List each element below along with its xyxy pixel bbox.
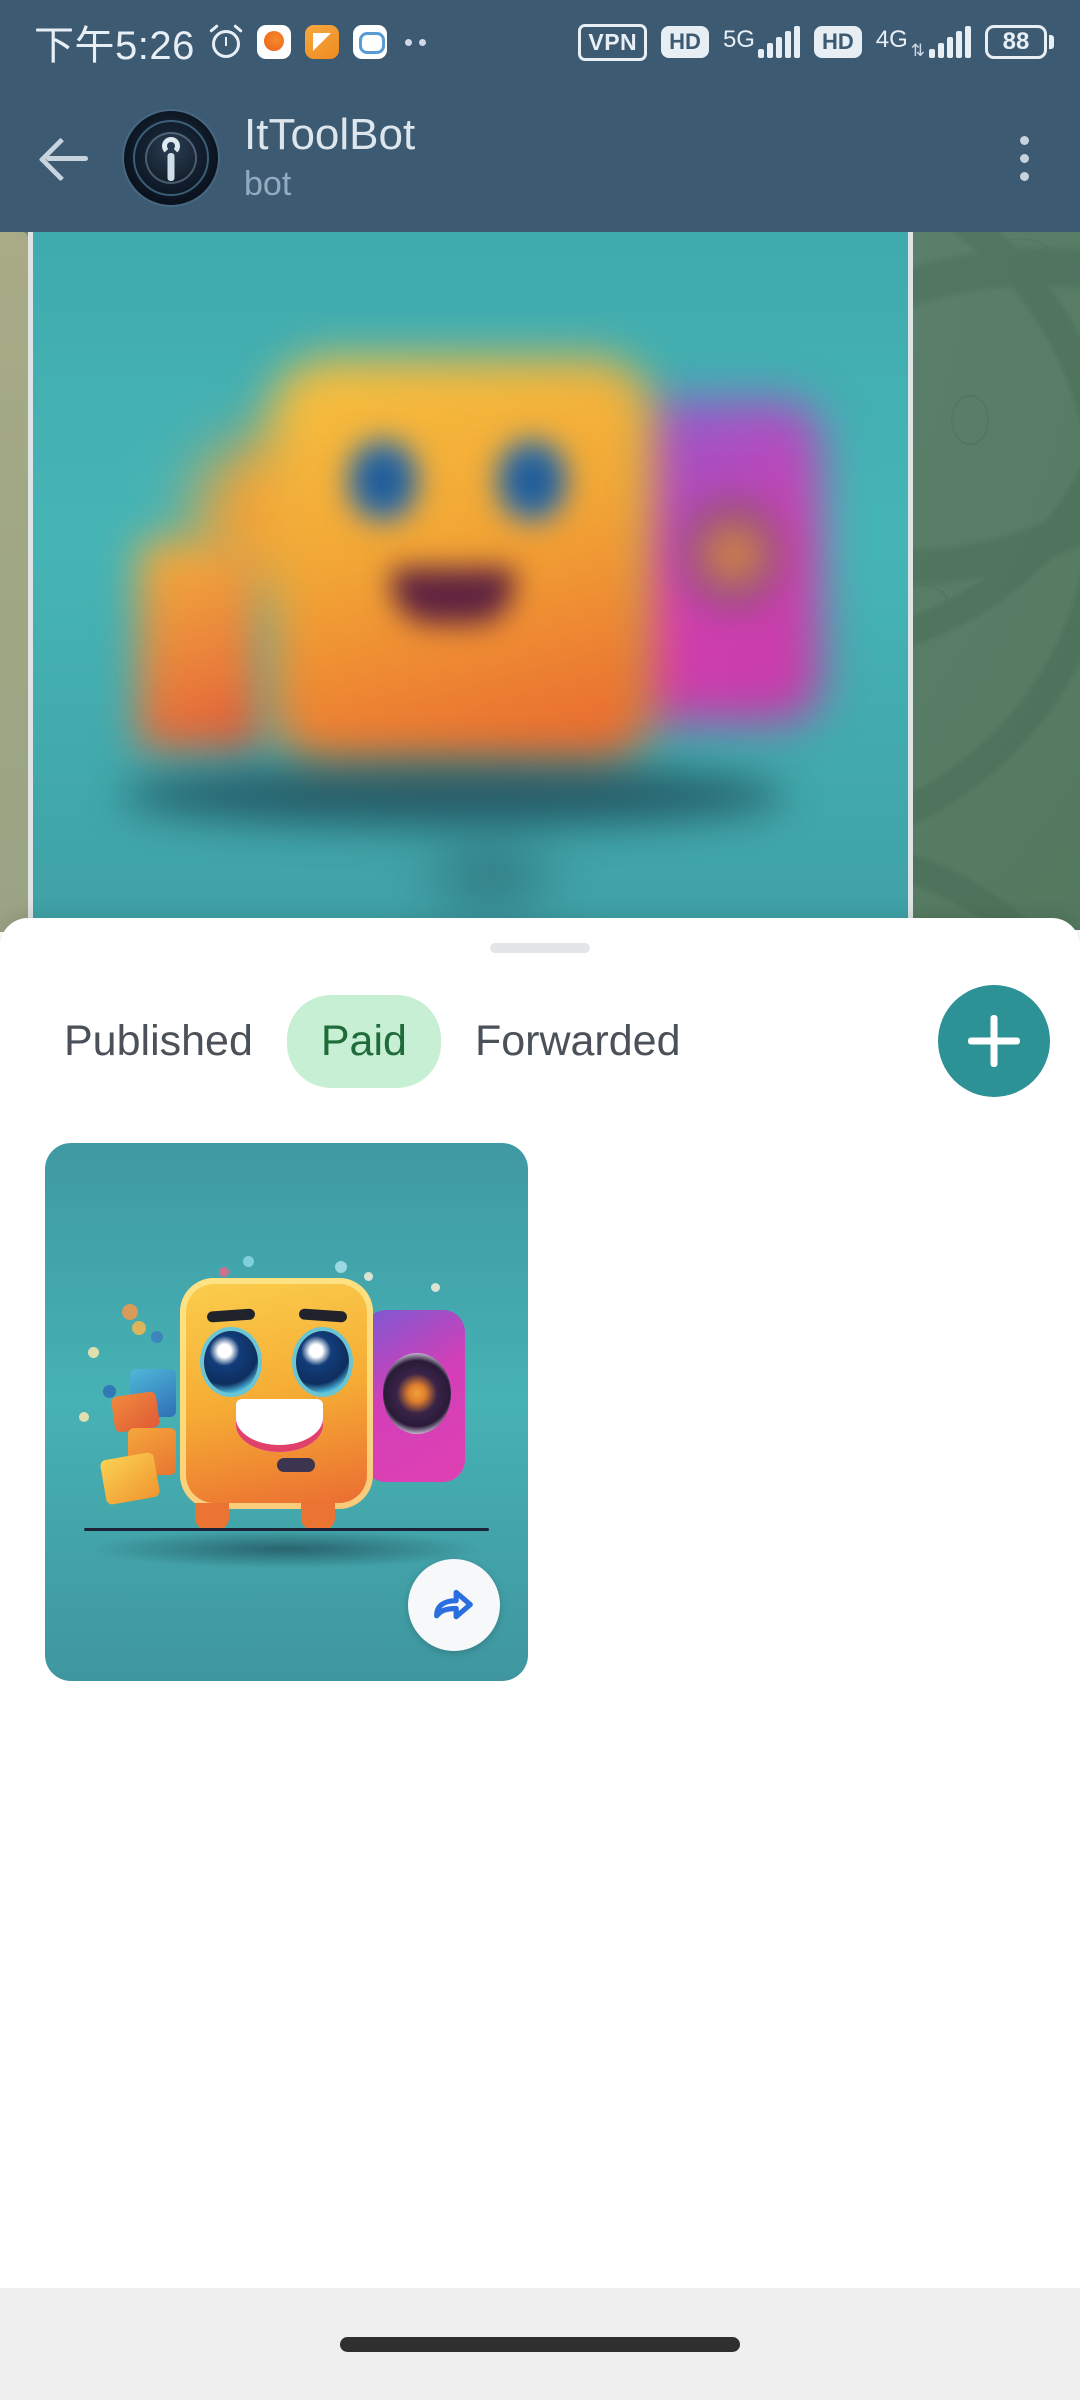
tab-paid[interactable]: Paid (286, 994, 441, 1088)
media-grid (0, 1097, 1080, 1681)
preview-right-eye (496, 435, 567, 526)
home-gesture-pill[interactable] (340, 2336, 740, 2352)
add-button[interactable] (938, 985, 1050, 1097)
ground-shadow (93, 1530, 480, 1569)
back-arrow-icon[interactable] (34, 125, 100, 191)
signal-sim1: 5G (723, 26, 800, 58)
toy-blocks (99, 1368, 190, 1509)
left-eye (204, 1331, 258, 1394)
system-nav-bar (0, 2288, 1080, 2400)
chat-app-icon (352, 25, 387, 59)
media-item-card[interactable] (45, 1143, 528, 1681)
chat-subtitle: bot (244, 164, 292, 203)
mouth-slot (276, 1457, 316, 1472)
right-foot (300, 1503, 335, 1531)
bot-avatar-icon[interactable] (124, 111, 218, 205)
tab-bar: Published Paid Forwarded (0, 953, 1080, 1097)
app-bar: ItToolBot bot (0, 84, 1080, 232)
network-type-sim2: 4G (875, 26, 908, 53)
message-separator-right (908, 232, 913, 932)
hd-badge-sim1: HD (661, 26, 709, 58)
preview-lens-ring (680, 484, 786, 624)
bottom-sheet: Published Paid Forwarded (0, 918, 1080, 2288)
camera-lens (383, 1352, 451, 1434)
status-overflow-dots-icon (404, 38, 426, 46)
signal-sim2: 4G ⇅ (875, 26, 971, 60)
tab-published[interactable]: Published (30, 995, 287, 1088)
overflow-menu-icon[interactable] (994, 123, 1054, 193)
note-app-icon (304, 25, 339, 59)
preview-character-body (269, 358, 655, 764)
preview-blocks (138, 540, 261, 750)
left-foot (194, 1503, 229, 1531)
hd-badge-sim2: HD (813, 26, 862, 58)
data-transfer-icon: ⇅ (910, 40, 925, 60)
battery-level: 88 (1002, 28, 1030, 55)
alarm-clock-icon (209, 24, 243, 59)
right-eye (296, 1331, 350, 1394)
phone-app-icon (256, 25, 291, 59)
signal-bars-sim2 (929, 26, 971, 58)
adjacent-message-bubble (0, 232, 28, 932)
status-time: 下午5:26 (34, 24, 195, 68)
preview-left-eye (348, 435, 418, 526)
network-type-sim1: 5G (722, 26, 755, 53)
tab-forwarded[interactable]: Forwarded (441, 995, 715, 1088)
vpn-badge: VPN (578, 23, 648, 61)
chat-title-block[interactable]: ItToolBot bot (244, 111, 994, 205)
app-screen: 下午5:26 VPN HD 5G HD 4G ⇅ 88 ItToolBot bo… (0, 0, 1080, 2400)
preview-ground-shadow (120, 764, 786, 827)
status-bar: 下午5:26 VPN HD 5G HD 4G ⇅ 88 (0, 0, 1080, 84)
drag-handle[interactable] (490, 943, 590, 953)
status-bar-right: VPN HD 5G HD 4G ⇅ 88 (578, 23, 1054, 61)
battery-indicator: 88 (985, 25, 1054, 59)
chat-title: ItToolBot (244, 109, 416, 159)
signal-bars-sim1 (757, 26, 800, 58)
status-bar-left: 下午5:26 (34, 13, 426, 71)
blurred-image-preview[interactable] (33, 232, 908, 932)
preview-mouth (391, 568, 515, 624)
smiling-mouth (235, 1398, 323, 1453)
share-forward-icon[interactable] (408, 1559, 500, 1651)
